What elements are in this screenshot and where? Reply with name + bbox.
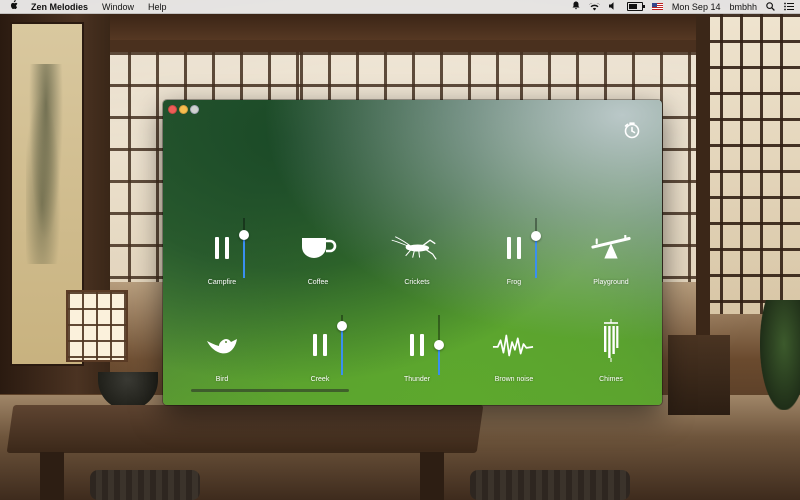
- battery-icon[interactable]: [626, 2, 645, 11]
- volume-slider-thunder[interactable]: [434, 315, 444, 375]
- master-volume-bar[interactable]: [191, 389, 349, 392]
- zen-melodies-window: Campfire Coffee Crickets Frog Playground…: [163, 100, 662, 405]
- floor-cushion: [470, 470, 630, 500]
- sound-label: Brown noise: [494, 376, 534, 383]
- coffee-cup-icon[interactable]: [298, 231, 338, 265]
- cricket-icon[interactable]: [391, 231, 437, 265]
- table-leg: [420, 452, 444, 500]
- wind-chimes-icon[interactable]: [591, 319, 631, 362]
- wifi-icon[interactable]: [588, 2, 600, 11]
- pause-icon[interactable]: [494, 231, 534, 265]
- volume-slider-frog[interactable]: [531, 218, 541, 278]
- menu-window[interactable]: Window: [102, 2, 134, 12]
- seesaw-icon[interactable]: [591, 231, 631, 265]
- waveform-icon[interactable]: [492, 328, 534, 362]
- app-menu[interactable]: Zen Melodies: [31, 2, 88, 12]
- close-window-button[interactable]: [168, 105, 177, 114]
- sound-label: Thunder: [403, 376, 431, 383]
- sound-label: Frog: [506, 279, 522, 286]
- status-area: Mon Sep 14 bmbhh: [563, 1, 794, 12]
- spotlight-search-icon[interactable]: [766, 2, 775, 11]
- sound-label: Bird: [215, 376, 229, 383]
- pause-icon[interactable]: [397, 328, 437, 362]
- sound-label: Crickets: [404, 279, 430, 286]
- bird-icon[interactable]: [202, 328, 242, 362]
- volume-slider-campfire[interactable]: [239, 218, 249, 278]
- minimize-window-button[interactable]: [179, 105, 188, 114]
- sound-label: Coffee: [307, 279, 329, 286]
- sound-label: Chimes: [599, 376, 623, 383]
- clock[interactable]: Mon Sep 14: [672, 2, 721, 12]
- side-cabinet: [668, 335, 730, 415]
- notification-center-icon[interactable]: [784, 2, 794, 11]
- apple-menu-icon[interactable]: [9, 0, 19, 13]
- notification-bell-icon[interactable]: [572, 1, 580, 12]
- potted-plant: [760, 300, 800, 410]
- sound-label: Playground: [593, 279, 629, 286]
- zoom-window-button[interactable]: [190, 105, 199, 114]
- window-beam: [90, 40, 710, 52]
- low-table: [6, 405, 484, 453]
- paper-lantern: [66, 290, 128, 362]
- input-source-flag-icon[interactable]: [651, 3, 663, 10]
- timer-icon[interactable]: [622, 120, 642, 140]
- shoji-wall-right: [700, 14, 800, 314]
- user-name[interactable]: bmbhh: [729, 2, 757, 12]
- floor-cushion: [90, 470, 200, 500]
- table-leg: [40, 452, 64, 500]
- menu-bar: Zen Melodies Window Help Mon Sep 14 bmbh…: [0, 0, 800, 14]
- volume-slider-creek[interactable]: [337, 315, 347, 375]
- sound-label: Campfire: [207, 279, 237, 286]
- sound-label: Creek: [310, 376, 330, 383]
- menu-help[interactable]: Help: [148, 2, 167, 12]
- pause-icon[interactable]: [202, 231, 242, 265]
- volume-icon[interactable]: [608, 1, 618, 12]
- pause-icon[interactable]: [300, 328, 340, 362]
